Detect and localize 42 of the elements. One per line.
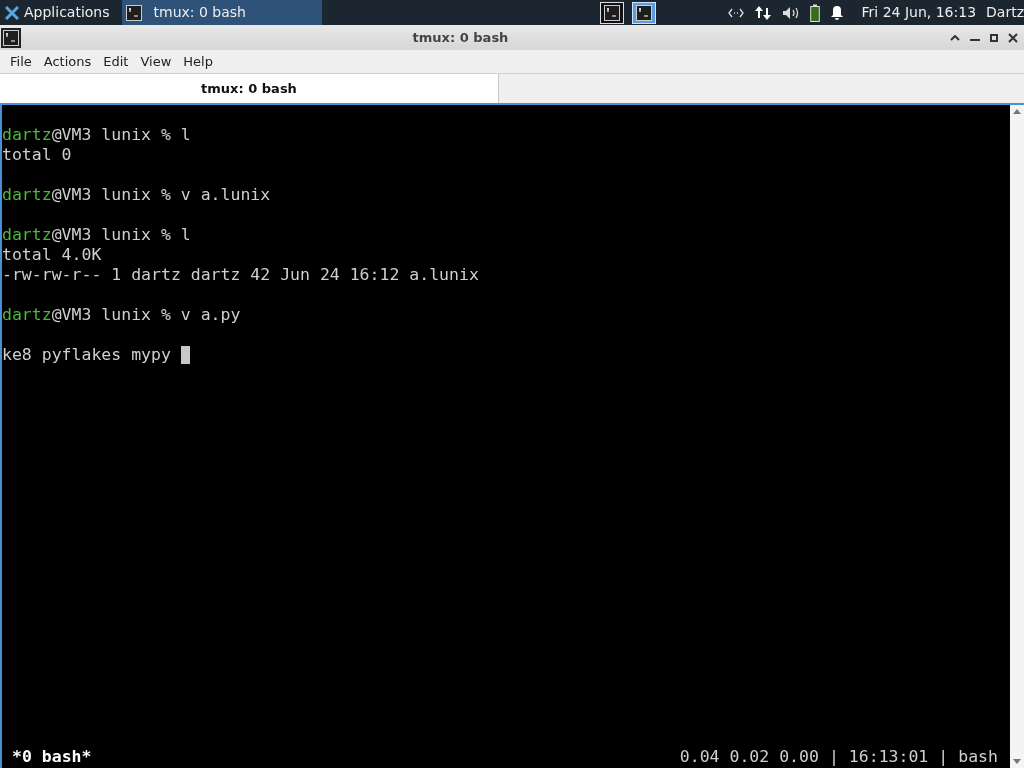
input-line: ke8 pyflakes mypy [2, 345, 172, 365]
terminal-icon [603, 4, 620, 21]
menu-item[interactable]: Help [177, 51, 219, 72]
terminal-icon [125, 4, 142, 21]
workspace-button[interactable] [599, 1, 624, 24]
prompt-line: dartz@VM3 lunix % l [2, 125, 192, 145]
terminal-icon [635, 4, 652, 21]
menu-item[interactable]: View [134, 51, 178, 72]
scroll-up-icon[interactable] [1013, 109, 1021, 114]
clock[interactable]: Fri 24 Jun, 16:13 [861, 2, 977, 23]
menu-item[interactable]: File [4, 51, 38, 72]
workspace-button[interactable] [631, 1, 656, 24]
load-average: 0.04 0.02 0.00 [679, 747, 819, 767]
menu-item[interactable]: Edit [97, 51, 135, 72]
separator-text: | [828, 747, 839, 767]
maximize-icon[interactable] [990, 33, 998, 42]
bell-icon [829, 4, 844, 21]
prompt-line: dartz@VM3 lunix % v a.py [2, 305, 242, 325]
battery-icon [809, 3, 820, 22]
menu-item[interactable]: Actions [37, 51, 98, 72]
status-host: bash [958, 747, 998, 767]
output-line: total 0 [2, 145, 73, 165]
close-icon[interactable] [1008, 32, 1018, 43]
network-icon [727, 7, 744, 18]
prompt-line: dartz@VM3 lunix % l [2, 225, 192, 245]
shade-icon[interactable] [950, 34, 960, 41]
separator-text: | [938, 747, 949, 767]
output-line: -rw-rw-r-- 1 dartz dartz 42 Jun 24 16:12 a.lunix [2, 265, 480, 285]
tmux-window-label: *0 bash* [12, 747, 92, 767]
applications-menu[interactable]: Applications [0, 0, 114, 25]
x-logo-icon [4, 4, 20, 21]
window-icon [3, 29, 19, 46]
user-name[interactable]: Dartz [986, 2, 1024, 23]
scroll-down-icon[interactable] [1013, 759, 1021, 764]
prompt-line: dartz@VM3 lunix % v a.lunix [2, 185, 272, 205]
task-button[interactable]: tmux: 0 bash [121, 0, 322, 25]
window-title: tmux: 0 bash [411, 28, 510, 47]
status-time: 16:13:01 [848, 747, 929, 767]
tab[interactable]: tmux: 0 bash [0, 74, 499, 103]
scrollbar[interactable] [1010, 105, 1024, 768]
cursor [180, 346, 190, 364]
output-line: total 4.0K [2, 245, 103, 265]
